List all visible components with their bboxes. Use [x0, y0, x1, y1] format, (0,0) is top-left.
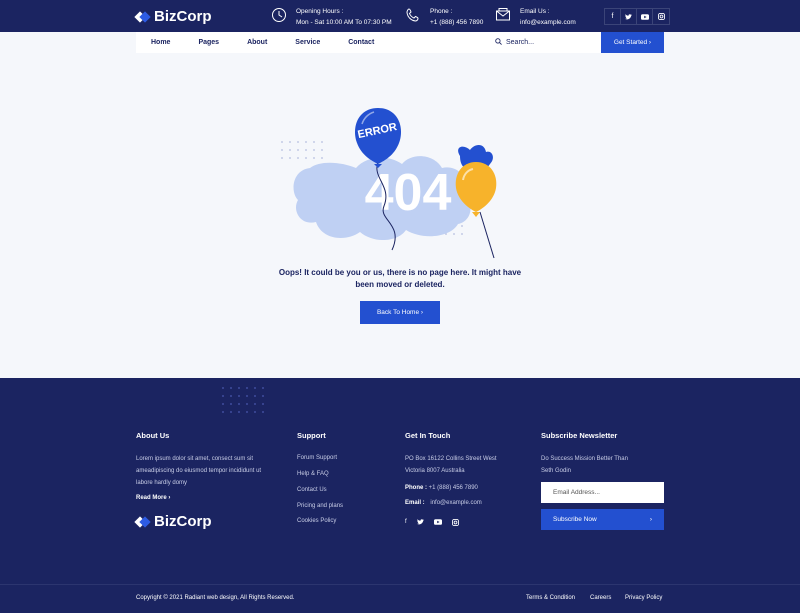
- footer-facebook-icon[interactable]: f: [405, 519, 407, 528]
- error-illustration: 404 ERROR: [281, 108, 497, 259]
- phone-info: Phone : +1 (888) 456 7890: [404, 6, 483, 28]
- main-nav: Home Pages About Service Contact Search.…: [136, 32, 664, 53]
- brand-logo[interactable]: BizCorp: [134, 8, 212, 25]
- contact-address: PO Box 16122 Collins Street West Victori…: [405, 456, 497, 474]
- email-info: Email Us : info@example.com: [494, 6, 576, 28]
- back-to-home-button[interactable]: Back To Home ›: [360, 301, 440, 324]
- footer-instagram-icon[interactable]: [451, 519, 459, 528]
- contact-phone-row: Phone : +1 (888) 456 7890: [405, 485, 478, 491]
- logo-mark-icon: [134, 10, 151, 23]
- newsletter-text: Do Success Mission Better Than Seth Godi…: [541, 456, 628, 474]
- youtube-icon[interactable]: [637, 9, 653, 24]
- phone-label: Phone :: [430, 8, 453, 15]
- privacy-policy-link[interactable]: Privacy Policy: [625, 595, 662, 601]
- envelope-icon: [494, 6, 512, 24]
- clock-icon: [270, 6, 288, 24]
- subscribe-button[interactable]: Subscribe Now ›: [541, 509, 664, 530]
- chevron-right-icon: ›: [649, 516, 652, 523]
- support-link-contact[interactable]: Contact Us: [297, 487, 327, 493]
- read-more-link[interactable]: Read More ›: [136, 495, 170, 501]
- support-link-pricing[interactable]: Pricing and plans: [297, 503, 343, 509]
- phone-icon: [404, 6, 422, 24]
- support-title: Support: [297, 431, 326, 440]
- footer-logo-mark-icon: [134, 515, 151, 528]
- twitter-icon[interactable]: [621, 9, 637, 24]
- support-link-forum[interactable]: Forum Support: [297, 455, 337, 461]
- subscribe-button-label: Subscribe Now: [553, 516, 597, 523]
- newsletter-title: Subscribe Newsletter: [541, 431, 618, 440]
- support-link-faq[interactable]: Help & FAQ: [297, 471, 329, 477]
- email-value[interactable]: info@example.com: [520, 19, 576, 26]
- contact-phone-label: Phone :: [405, 485, 427, 491]
- footer-brand-logo[interactable]: BizCorp: [134, 513, 212, 530]
- nav-item-home[interactable]: Home: [151, 39, 170, 46]
- top-bar: BizCorp Opening Hours : Mon - Sat 10:00 …: [0, 0, 800, 32]
- about-text: Lorem ipsum dolor sit amet, consect sum …: [136, 456, 262, 486]
- search-icon: [495, 38, 502, 47]
- footer-brand-name: BizCorp: [154, 513, 212, 530]
- contact-title: Get In Touch: [405, 431, 451, 440]
- instagram-icon[interactable]: [653, 9, 669, 24]
- yellow-balloon-string-icon: [479, 211, 495, 259]
- about-title: About Us: [136, 431, 170, 440]
- contact-email[interactable]: info@example.com: [430, 500, 481, 506]
- email-label: Email Us :: [520, 8, 550, 15]
- contact-email-label: Email :: [405, 500, 425, 506]
- terms-link[interactable]: Terms & Condition: [526, 595, 575, 601]
- careers-link[interactable]: Careers: [590, 595, 611, 601]
- support-link-cookies[interactable]: Cookies Policy: [297, 518, 336, 524]
- footer-youtube-icon[interactable]: [433, 519, 442, 528]
- contact-phone[interactable]: +1 (888) 456 7890: [429, 485, 478, 491]
- opening-hours-info: Opening Hours : Mon - Sat 10:00 AM To 07…: [270, 6, 392, 28]
- footer-twitter-icon[interactable]: [416, 519, 424, 528]
- error-message: Oops! It could be you or us, there is no…: [278, 268, 522, 289]
- footer-divider: [0, 584, 800, 585]
- contact-email-row: Email : info@example.com: [405, 500, 482, 506]
- hours-label: Opening Hours :: [296, 8, 344, 15]
- search-input[interactable]: Search...: [506, 39, 534, 46]
- facebook-icon[interactable]: f: [605, 9, 621, 24]
- footer-social-links: f: [405, 519, 459, 528]
- hours-value: Mon - Sat 10:00 AM To 07:30 PM: [296, 19, 392, 26]
- nav-item-contact[interactable]: Contact: [348, 39, 374, 46]
- nav-item-about[interactable]: About: [247, 39, 267, 46]
- brand-name: BizCorp: [154, 8, 212, 25]
- dot-grid-left-icon: [281, 141, 323, 159]
- newsletter-email-input[interactable]: Email Address...: [541, 482, 664, 503]
- site-footer: About Us Lorem ipsum dolor sit amet, con…: [0, 378, 800, 613]
- nav-item-service[interactable]: Service: [295, 39, 320, 46]
- phone-value[interactable]: +1 (888) 456 7890: [430, 19, 483, 26]
- search-box[interactable]: Search...: [495, 38, 534, 47]
- get-started-button[interactable]: Get Started ›: [601, 32, 664, 53]
- top-social-links: f: [604, 8, 670, 25]
- blue-balloon-icon: ERROR: [354, 108, 402, 168]
- copyright-text: Copyright © 2021 Radiant web design, All…: [136, 595, 295, 601]
- nav-item-pages[interactable]: Pages: [198, 39, 219, 46]
- footer-dot-grid-icon: [222, 387, 264, 413]
